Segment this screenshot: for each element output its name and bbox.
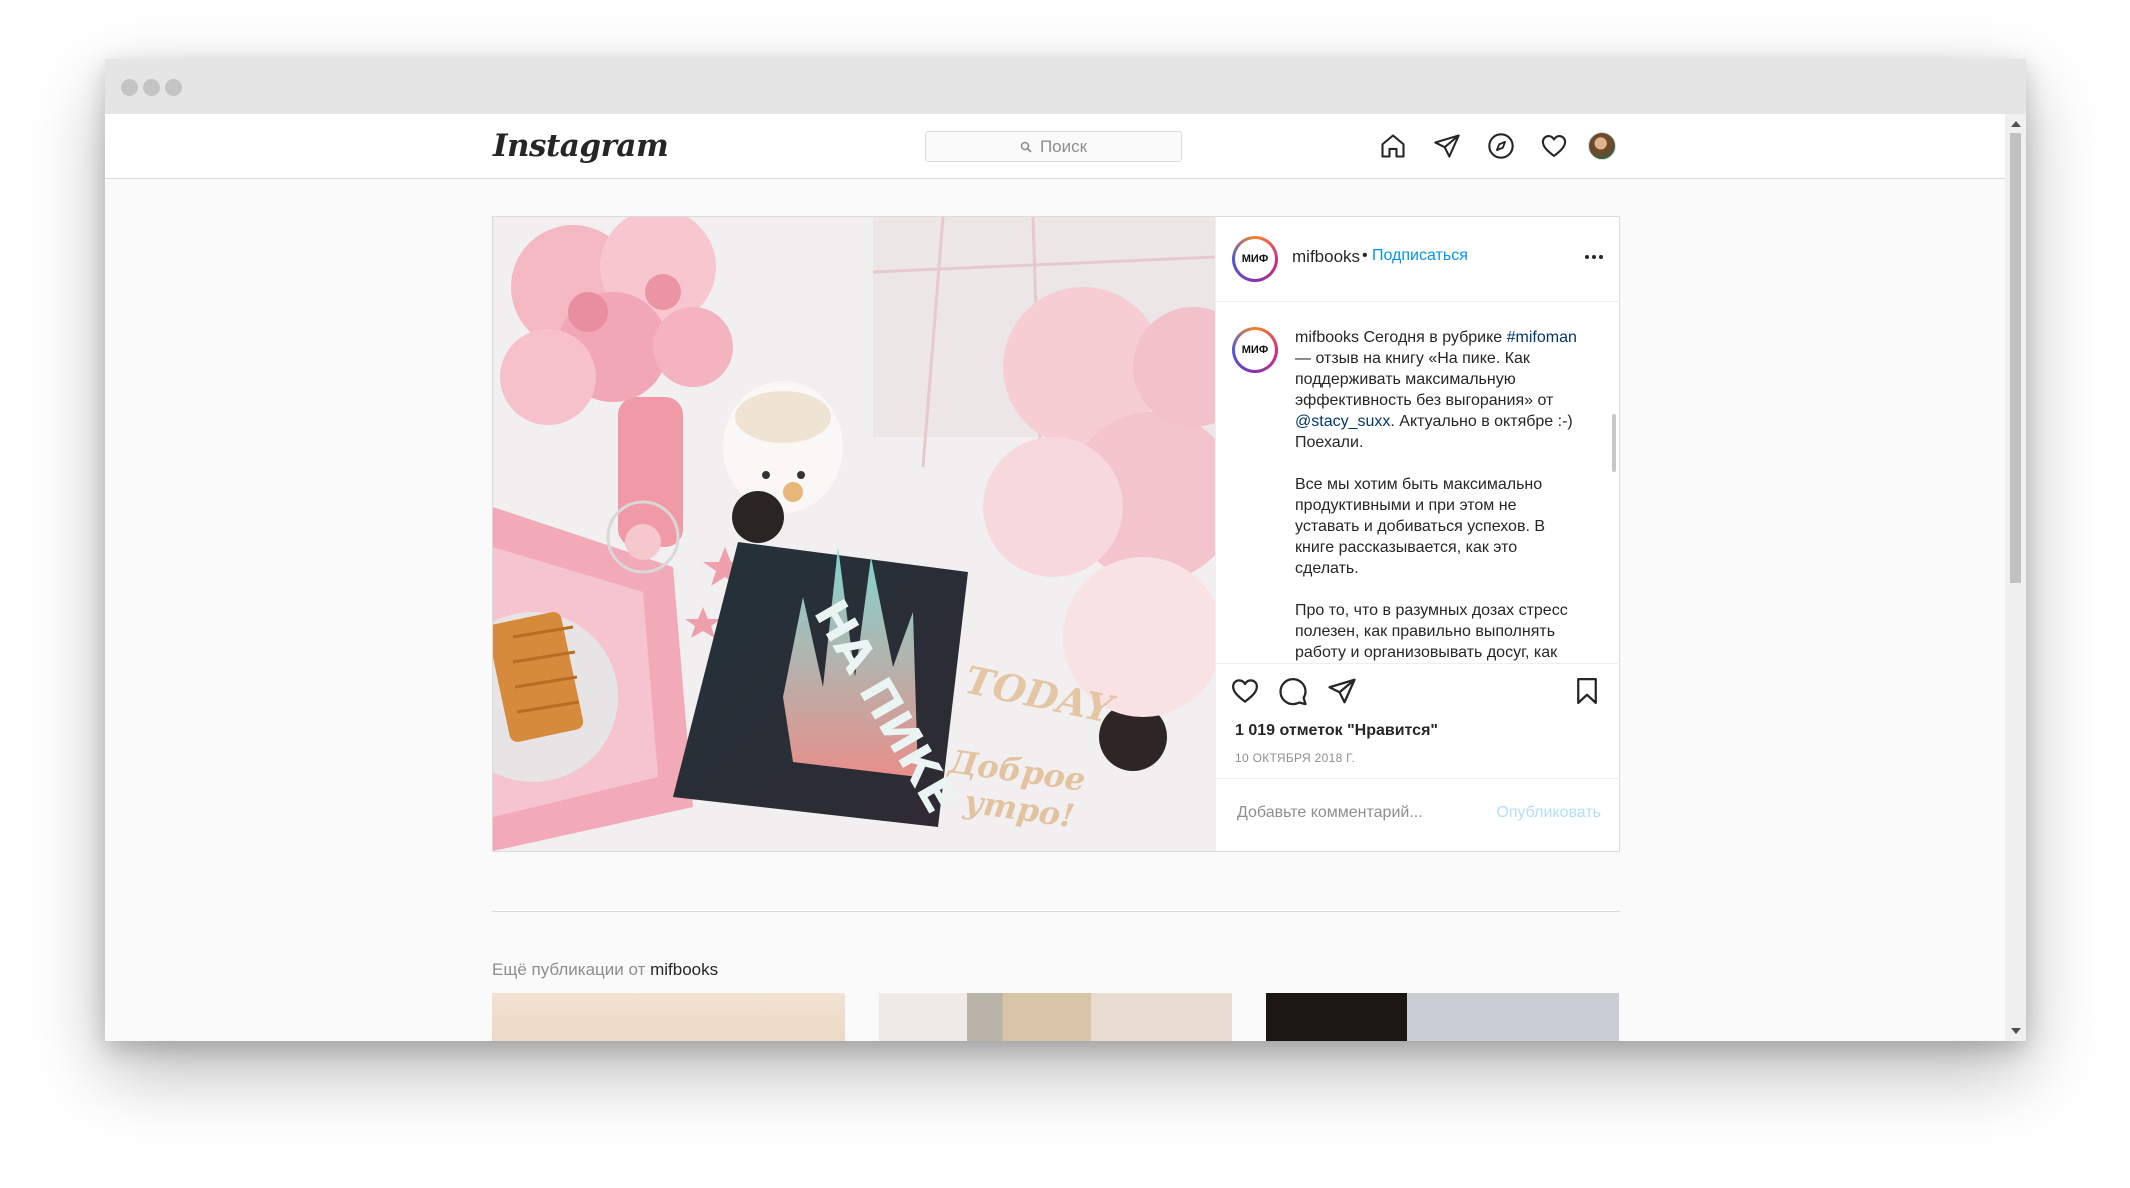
follow-button[interactable]: Подписаться xyxy=(1372,247,1468,265)
instagram-logo[interactable]: Instagram xyxy=(493,128,669,164)
caption-paragraph-3: Про то, что в разумных дозах стресс поле… xyxy=(1295,602,1568,661)
top-nav-bar: Instagram Поиск xyxy=(105,114,2005,179)
more-posts-prefix: Ещё публикации от xyxy=(492,960,651,979)
more-post-thumbnail-1[interactable] xyxy=(492,993,845,1041)
close-window-dot[interactable] xyxy=(121,79,138,96)
like-heart-icon[interactable] xyxy=(1230,676,1260,711)
post-caption: mifbooks Сегодня в рубрике #mifoman — от… xyxy=(1295,327,1585,663)
activity-heart-icon[interactable] xyxy=(1538,130,1570,162)
caption-text: — отзыв на книгу «На пике. Как поддержив… xyxy=(1295,350,1554,409)
author-avatar[interactable]: МИФ xyxy=(1232,236,1278,282)
search-input[interactable]: Поиск xyxy=(925,131,1182,162)
mention-link[interactable]: @stacy_suxx xyxy=(1295,413,1390,430)
explore-compass-icon[interactable] xyxy=(1485,130,1517,162)
caption-avatar-text: МИФ xyxy=(1235,330,1275,370)
author-avatar-text: МИФ xyxy=(1235,239,1275,279)
post-date: 10 ОКТЯБРЯ 2018 Г. xyxy=(1235,751,1356,765)
title-bar xyxy=(105,59,2026,114)
page-viewport: Instagram Поиск НА ПИКЕ TODAY Доброе утр… xyxy=(105,114,2026,1041)
scroll-down-icon[interactable] xyxy=(2011,1028,2021,1034)
home-icon[interactable] xyxy=(1377,130,1409,162)
post-actions: 1 019 отметок "Нравится" 10 ОКТЯБРЯ 2018… xyxy=(1216,663,1620,778)
maximize-window-dot[interactable] xyxy=(165,79,182,96)
post-side-panel: МИФ mifbooks • Подписаться МИФ mifbooks … xyxy=(1215,217,1620,851)
more-post-thumbnail-3[interactable] xyxy=(1266,993,1619,1041)
search-icon xyxy=(1020,141,1032,153)
share-icon[interactable] xyxy=(1327,676,1357,711)
add-comment-row: Опубликовать xyxy=(1216,778,1620,851)
post-card: НА ПИКЕ TODAY Доброе утро! МИФ mifbooks … xyxy=(492,216,1620,852)
caption-scroll-area[interactable]: МИФ mifbooks Сегодня в рубрике #mifoman … xyxy=(1216,303,1620,663)
save-bookmark-icon[interactable] xyxy=(1572,676,1602,711)
post-photo[interactable]: НА ПИКЕ TODAY Доброе утро! xyxy=(493,217,1215,851)
caption-author-avatar[interactable]: МИФ xyxy=(1232,327,1278,373)
caption-paragraph-1: mifbooks Сегодня в рубрике #mifoman — от… xyxy=(1295,327,1585,453)
profile-avatar[interactable] xyxy=(1588,132,1616,160)
post-photo-illustration: НА ПИКЕ TODAY Доброе утро! xyxy=(493,217,1215,851)
scrollbar-thumb[interactable] xyxy=(2010,133,2021,583)
minimize-window-dot[interactable] xyxy=(143,79,160,96)
browser-window: Instagram Поиск НА ПИКЕ TODAY Доброе утр… xyxy=(105,59,2026,1041)
caption-paragraph-2: Все мы хотим быть максимально продуктивн… xyxy=(1295,476,1546,577)
direct-messages-icon[interactable] xyxy=(1431,130,1463,162)
likes-count[interactable]: 1 019 отметок "Нравится" xyxy=(1235,722,1438,740)
scroll-up-icon[interactable] xyxy=(2011,121,2021,127)
follow-separator: • xyxy=(1362,247,1368,264)
publish-button[interactable]: Опубликовать xyxy=(1496,804,1601,822)
comment-input[interactable] xyxy=(1235,803,1479,823)
more-options-icon[interactable] xyxy=(1585,255,1603,259)
caption-text: Сегодня в рубрике xyxy=(1359,329,1507,346)
comment-bubble-icon[interactable] xyxy=(1278,676,1308,711)
caption-scrollbar[interactable] xyxy=(1612,414,1616,472)
post-header: МИФ mifbooks • Подписаться xyxy=(1216,217,1620,302)
more-post-thumbnail-2[interactable] xyxy=(879,993,1232,1041)
hashtag-link[interactable]: #mifoman xyxy=(1507,329,1577,346)
more-posts-username[interactable]: mifbooks xyxy=(650,960,718,979)
search-placeholder: Поиск xyxy=(1039,136,1088,156)
more-posts-heading: Ещё публикации от mifbooks xyxy=(492,960,718,980)
page-scrollbar[interactable] xyxy=(2005,114,2026,1041)
author-username[interactable]: mifbooks xyxy=(1292,247,1360,267)
section-divider xyxy=(492,911,1620,912)
caption-username[interactable]: mifbooks xyxy=(1295,329,1359,346)
